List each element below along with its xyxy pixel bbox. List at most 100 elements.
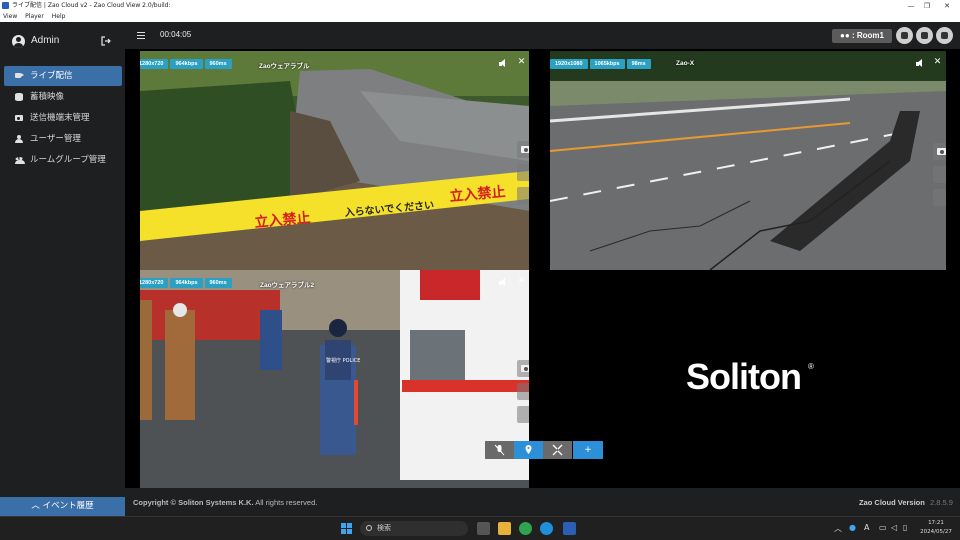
sidebar-item-label: 送信機端末管理 xyxy=(30,113,90,123)
tile-name: Zao-X xyxy=(676,60,695,67)
battery-icon[interactable]: ▯ xyxy=(903,523,907,532)
zao-app-icon[interactable] xyxy=(563,522,576,535)
tile-action-button[interactable] xyxy=(933,189,946,206)
user-row: Admin xyxy=(0,30,125,52)
sidebar-item-transmitters[interactable]: 送信機端末管理 xyxy=(4,108,122,128)
user-icon xyxy=(15,135,23,143)
edge-icon[interactable] xyxy=(540,522,553,535)
video-tile-3[interactable]: 警視庁 POLICE 1280x720 964kbps 960ms Zaoウェアラブ… xyxy=(140,270,529,488)
elapsed-time: 00:04:05 xyxy=(160,30,192,39)
bitrate-badge: 964kbps xyxy=(170,278,203,288)
add-button[interactable]: + xyxy=(573,441,603,459)
sidebar-item-users[interactable]: ユーザー管理 xyxy=(4,129,122,149)
version-number: 2.8.5.9 xyxy=(930,498,953,507)
resolution-badge: 1920x1080 xyxy=(550,59,588,69)
shrink-icon xyxy=(552,444,563,456)
network-icon[interactable]: ▭ xyxy=(879,523,887,532)
close-icon[interactable]: ✕ xyxy=(933,57,942,68)
os-taskbar: 検索 ︿ ● A ▭ ◁ ▯ 17:21 2024/05/27 xyxy=(0,516,960,540)
tile-name: Zaoウェアラブル xyxy=(259,63,310,70)
menu-help[interactable]: Help xyxy=(52,12,66,22)
version-label: Zao Cloud Version xyxy=(859,498,925,507)
volume-icon[interactable] xyxy=(916,59,926,68)
registered-mark: ® xyxy=(808,362,814,371)
video-tile-1[interactable]: 立入禁止 入らないでください 立入禁止 1280x720 964kbps 960ms… xyxy=(140,51,529,270)
sidebar-item-label: ライブ配信 xyxy=(30,71,73,81)
sidebar: Admin ライブ配信 蓄積映像 送信機端末管理 ユーザー管理 ルームグループ管… xyxy=(0,22,125,516)
tile-action-button[interactable] xyxy=(933,166,946,183)
tile-action-button[interactable] xyxy=(517,187,529,204)
snapshot-button[interactable] xyxy=(517,141,529,158)
bitrate-badge: 1065kbps xyxy=(589,59,625,69)
menu-player[interactable]: Player xyxy=(25,12,44,22)
taskbar-search-label: 検索 xyxy=(377,524,391,532)
tray-chevron-icon[interactable]: ︿ xyxy=(834,523,842,534)
user-name: Admin xyxy=(31,35,60,46)
microphone-icon[interactable]: ● xyxy=(849,523,856,532)
ime-indicator[interactable]: A xyxy=(864,523,869,532)
volume-icon[interactable] xyxy=(499,59,509,68)
menu-view[interactable]: View xyxy=(3,12,17,22)
system-clock[interactable]: 17:21 2024/05/27 xyxy=(916,519,956,537)
copyright-owner: Copyright © Soliton Systems K.K. xyxy=(133,498,254,507)
latency-badge: 960ms xyxy=(204,278,232,288)
close-icon[interactable]: ✕ xyxy=(517,276,526,287)
close-window-button[interactable]: ✕ xyxy=(940,0,954,12)
location-button[interactable] xyxy=(514,441,543,459)
soliton-logo: Soliton xyxy=(686,356,802,397)
sidebar-item-live[interactable]: ライブ配信 xyxy=(4,66,122,86)
talk-button[interactable] xyxy=(916,27,933,44)
sidebar-item-recordings[interactable]: 蓄積映像 xyxy=(4,87,122,107)
tile-action-button[interactable] xyxy=(517,406,529,423)
users-icon xyxy=(15,156,25,164)
tile-action-button[interactable] xyxy=(517,383,529,400)
video-toggle-button[interactable] xyxy=(896,27,913,44)
video-tile-2[interactable]: 1920x1080 1065kbps 98ms Zao-X ✕ xyxy=(550,51,946,270)
bitrate-badge: 964kbps xyxy=(170,59,203,69)
menubar: View Player Help xyxy=(0,12,960,22)
speaker-icon[interactable]: ◁ xyxy=(891,523,897,532)
stream-stats: 1280x720 964kbps 960ms xyxy=(140,278,234,288)
sidebar-item-room-groups[interactable]: ルームグループ管理 xyxy=(4,150,122,170)
video-grid: 立入禁止 入らないでください 立入禁止 1280x720 964kbps 960ms… xyxy=(125,49,960,488)
tile-action-button[interactable] xyxy=(517,164,529,181)
mute-mic-button[interactable] xyxy=(485,441,514,459)
snapshot-button[interactable] xyxy=(933,143,946,160)
minimize-button[interactable]: — xyxy=(904,0,918,12)
logout-icon[interactable] xyxy=(101,36,111,46)
maximize-button[interactable]: ❐ xyxy=(920,0,934,12)
windows-start-icon[interactable] xyxy=(341,523,352,534)
map-pin-icon xyxy=(525,445,532,454)
snapshot-button[interactable] xyxy=(517,360,529,377)
search-icon xyxy=(366,525,372,531)
resolution-badge: 1280x720 xyxy=(140,59,169,69)
window-titlebar: ライブ配信 | Zao Cloud v2 - Zao Cloud View 2.… xyxy=(0,0,960,12)
taskview-icon[interactable] xyxy=(477,522,490,535)
taskbar-search[interactable]: 検索 xyxy=(360,521,468,536)
app-window: ライブ配信 | Zao Cloud v2 - Zao Cloud View 2.… xyxy=(0,0,960,540)
tile-control-bar: + xyxy=(485,441,603,459)
sidebar-nav: ライブ配信 蓄積映像 送信機端末管理 ユーザー管理 ルームグループ管理 xyxy=(4,66,122,171)
close-icon[interactable]: ✕ xyxy=(517,57,526,68)
window-title: ライブ配信 | Zao Cloud v2 - Zao Cloud View 2.… xyxy=(12,2,171,9)
audio-button[interactable] xyxy=(936,27,953,44)
emergency-scene-image: 警視庁 POLICE xyxy=(140,270,529,488)
volume-icon[interactable] xyxy=(499,278,509,287)
landslide-road-image: 立入禁止 入らないでください 立入禁止 xyxy=(140,51,529,270)
file-explorer-icon[interactable] xyxy=(498,522,511,535)
hamburger-icon[interactable] xyxy=(137,32,145,39)
sidebar-item-label: ルームグループ管理 xyxy=(30,155,106,165)
avatar-icon xyxy=(12,35,25,48)
clock-time: 17:21 xyxy=(928,520,944,526)
latency-badge: 960ms xyxy=(204,59,232,69)
tile-name: Zaoウェアラブル2 xyxy=(260,282,315,289)
event-history-button[interactable]: ︿ イベント履歴 xyxy=(0,497,125,516)
app-icon xyxy=(2,2,9,9)
room-selector[interactable]: ●● : Room1 xyxy=(832,29,892,43)
cracked-road-image xyxy=(550,51,946,270)
camera-icon xyxy=(15,115,23,121)
stream-stats: 1920x1080 1065kbps 98ms xyxy=(550,59,653,69)
chrome-icon[interactable] xyxy=(519,522,532,535)
layout-button[interactable] xyxy=(543,441,572,459)
clock-date: 2024/05/27 xyxy=(920,529,952,535)
